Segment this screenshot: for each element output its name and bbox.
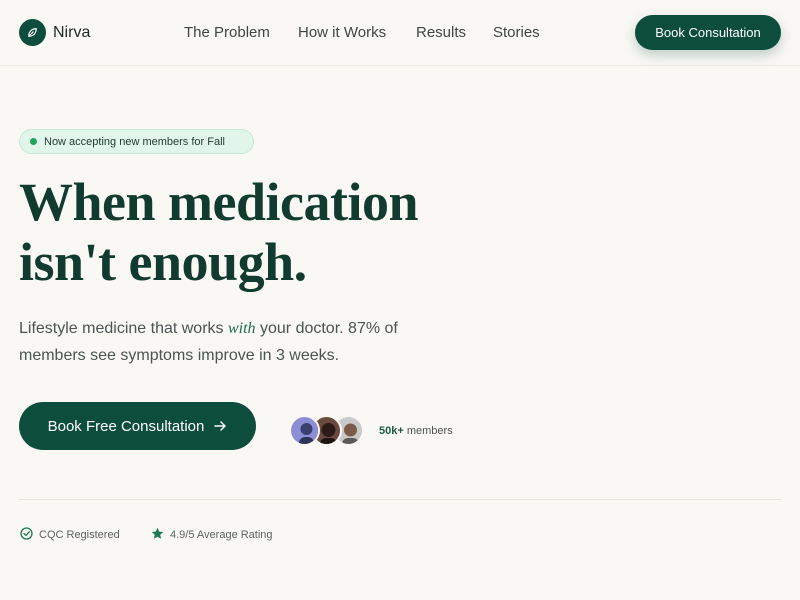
- star-icon: [151, 527, 164, 543]
- availability-badge: Now accepting new members for Fall: [19, 129, 254, 154]
- nav-link-stories[interactable]: Stories: [493, 24, 540, 41]
- hero-subtext: Lifestyle medicine that works with your …: [19, 315, 439, 369]
- subtext-part-1: Lifestyle medicine that works: [19, 320, 228, 337]
- book-free-consultation-button[interactable]: Book Free Consultation: [19, 402, 256, 450]
- members-number: 50k+: [379, 425, 404, 437]
- book-consultation-button[interactable]: Book Consultation: [635, 15, 781, 50]
- trust-item-rating: 4.9/5 Average Rating: [151, 527, 273, 543]
- trust-label: 4.9/5 Average Rating: [170, 529, 273, 541]
- headline-line-1: When medication: [19, 172, 419, 232]
- headline-line-2: isn't enough.: [19, 232, 307, 292]
- divider: [19, 499, 781, 500]
- status-dot: [30, 138, 37, 145]
- avatar: [289, 415, 320, 446]
- leaf-icon: [19, 19, 46, 46]
- members-count: 50k+ members: [379, 425, 453, 437]
- cta-label: Book Free Consultation: [47, 417, 205, 435]
- hero-headline: When medication isn't enough.: [19, 172, 459, 292]
- members-label: members: [403, 425, 453, 437]
- subtext-emphasis: with: [227, 320, 256, 337]
- trust-label: CQC Registered: [39, 529, 120, 541]
- trust-item-cqc: CQC Registered: [20, 527, 120, 543]
- brand-name: Nirva: [53, 23, 91, 41]
- nav-link-how-it-works[interactable]: How it Works: [298, 24, 386, 41]
- logo[interactable]: Nirva: [19, 19, 90, 46]
- member-avatars: [289, 415, 369, 446]
- top-nav: Nirva The Problem How it Works Results S…: [0, 0, 800, 66]
- arrow-right-icon: [213, 419, 227, 433]
- check-circle-icon: [20, 527, 33, 543]
- badge-text: Now accepting new members for Fall: [44, 135, 225, 148]
- nav-link-results[interactable]: Results: [416, 24, 466, 41]
- nav-link-the-problem[interactable]: The Problem: [184, 24, 270, 41]
